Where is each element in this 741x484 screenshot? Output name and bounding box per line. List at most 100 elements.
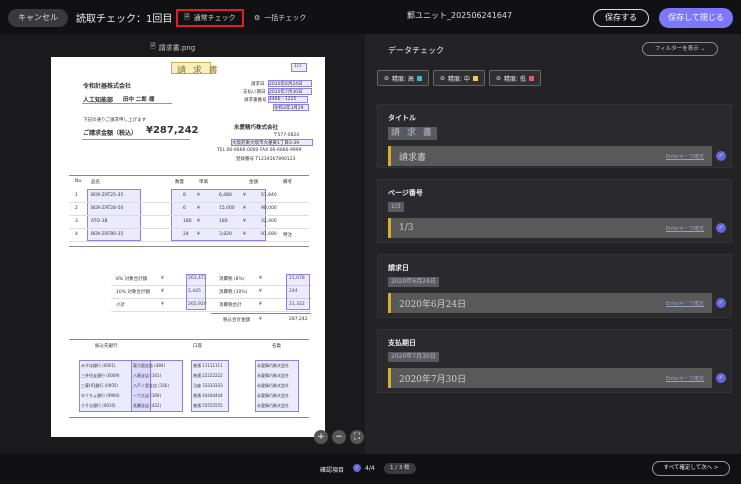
page-indicator[interactable]: 1 / 3 枚 (384, 463, 416, 474)
table-header-cell: 品名 (91, 180, 100, 185)
table-top-line (69, 175, 309, 176)
bank-cell: 当座 33333333 (193, 383, 223, 388)
tab-normal-check[interactable]: 🗎 通常チェック (176, 9, 244, 27)
check-icon[interactable]: ✓ (716, 373, 726, 383)
bank-cell: 永愛精巧株式会社 (257, 403, 289, 408)
enter-hint[interactable]: Enterキーで確定 (666, 225, 704, 232)
cancel-button[interactable]: キャンセル (8, 9, 68, 27)
company-name: 令和計器株式会社 (83, 83, 132, 90)
table-cell: 6,480 (219, 193, 232, 198)
chip-label: 精度: 低 (503, 75, 526, 83)
field-label: ページ番号 (388, 189, 423, 197)
no-label: 請求書番号 (244, 98, 267, 103)
summary-cell: ¥ (161, 289, 164, 294)
row-divider (69, 241, 309, 242)
field-input[interactable]: 1/3 Enterキーで確定 (388, 218, 712, 238)
amount: ¥287,242 (146, 125, 199, 136)
check-icon[interactable]: ✓ (716, 151, 726, 161)
field-card: タイトル請 求 書請求書 Enterキーで確定 ✓ (377, 104, 732, 168)
summary-divider (111, 285, 311, 286)
zoom-in-button[interactable]: + (314, 430, 328, 444)
bank-cell: ゆうちょ銀行 (9900) (81, 393, 120, 398)
bank-cell: 一六九店 (169) (133, 393, 162, 398)
fit-button[interactable]: ⛶ (350, 430, 364, 444)
intro: 下記の通りご請求申し上げます (83, 118, 146, 123)
filename-label: 請求書.png (158, 43, 196, 52)
color-swatch (416, 75, 422, 81)
table-cell: 3,820 (219, 232, 232, 237)
page-tag: 1/3 (294, 64, 302, 69)
table-bottom-line (69, 246, 309, 247)
color-swatch (528, 75, 534, 81)
filter-button[interactable]: フィルターを表示 ⌄ (642, 42, 718, 56)
accuracy-chip[interactable]: ⊘ 精度: 低 (488, 70, 541, 86)
field-card: ページ番号 1/3 1/3 Enterキーで確定 ✓ (377, 179, 732, 243)
viewer-filename: 🗎 請求書.png (150, 42, 195, 53)
bank-header-cell: 名義 (272, 344, 281, 349)
table-cell: BOX-ZAT25-35 (91, 193, 124, 198)
summary-cell: ¥ (259, 302, 262, 307)
field-label: タイトル (388, 114, 416, 122)
accuracy-chip[interactable]: ⊘ 精度: 中 (432, 70, 485, 86)
table-cell: 180 (183, 219, 192, 224)
due-date: 2020年7月30日 (269, 90, 303, 95)
field-value: 2020年6月24日 (399, 299, 467, 310)
gear-icon: ⚙ (254, 14, 261, 22)
summary-cell: ¥ (161, 302, 164, 307)
document-icon: 🗎 (184, 12, 190, 21)
zoom-out-button[interactable]: − (332, 430, 346, 444)
summary-cell: 小計 (116, 303, 125, 308)
confirm-all-next-button[interactable]: すべて確定して次へ > (652, 461, 730, 476)
summary-highlight-b (286, 274, 310, 310)
enter-hint[interactable]: Enterキーで確定 (666, 153, 704, 160)
summary-cell: 8% 対象合計額 (116, 277, 148, 282)
color-swatch (472, 75, 478, 81)
bank-top-line (69, 339, 309, 340)
field-crop-preview: 請 求 書 (388, 127, 437, 140)
summary-cell: 10% 対象合計額 (116, 290, 150, 295)
field-input[interactable]: 請求書 Enterキーで確定 (388, 146, 712, 166)
tab-bulk-label: 一括チェック (264, 14, 307, 22)
bank-cell: 永愛精巧株式会社 (257, 363, 289, 368)
table-cell: 32,400 (261, 219, 277, 224)
save-close-button[interactable]: 保存して閉じる (659, 8, 733, 28)
bank-cell: りそな銀行 (0010) (81, 403, 116, 408)
table-cell: ¥ (197, 193, 200, 198)
address: 大阪府東大阪市大蓮東1丁目3-39 (232, 141, 300, 146)
tab-bulk-check[interactable]: ⚙ 一括チェック (254, 9, 306, 27)
field-input[interactable]: 2020年7月30日 Enterキーで確定 (388, 368, 712, 388)
table-header-cell: 単価 (199, 180, 208, 185)
accuracy-chip[interactable]: ⊘ 精度: 高 (377, 70, 429, 86)
field-input[interactable]: 2020年6月24日 Enterキーで確定 (388, 293, 712, 313)
summary-divider (111, 298, 311, 299)
amount-underline (82, 139, 190, 140)
total-label: 税込合計金額 (223, 318, 250, 323)
confirm-label: 確認項目 (320, 467, 345, 474)
enter-hint[interactable]: Enterキーで確定 (666, 375, 704, 382)
check-icon[interactable]: ✓ (716, 223, 726, 233)
reg: 登録番号 T1234567890123 (236, 157, 296, 162)
summary-cell: 消費税合計 (219, 303, 242, 308)
tab-normal-label: 通常チェック (193, 14, 236, 22)
table-cell: 8 (183, 193, 186, 198)
invoice-image: 請 求 書 1/3 令和計器株式会社 人工知能部 田中 二郎 様 請求日 202… (51, 57, 325, 437)
bank-cell: 八戸ノ里支店 (156) (133, 383, 170, 388)
table-cell: ATO-38 (91, 219, 108, 224)
zoom-controls: + − ⛶ (314, 430, 364, 444)
save-button[interactable]: 保存する (593, 9, 649, 27)
table-cell: 3 (75, 219, 78, 224)
person: 田中 二郎 様 (123, 97, 155, 103)
field-crop-preview: 1/3 (388, 202, 404, 212)
bank-cell: 普通 55555555 (193, 403, 223, 408)
bank-cell: 普通 44444444 (193, 393, 223, 398)
top-bar: キャンセル 読取チェック：1回目 🗎 通常チェック ⚙ 一括チェック 郵ユニット_2… (0, 0, 741, 34)
summary-highlight-a (186, 274, 206, 310)
table-cell: ¥ (197, 232, 200, 237)
check-icon[interactable]: ✓ (716, 298, 726, 308)
tel: TEL 06-6666-0000 FAX 06-6666-9999 (217, 148, 302, 153)
table-header-cell: 備考 (283, 180, 292, 185)
enter-hint[interactable]: Enterキーで確定 (666, 300, 704, 307)
table-cell: ¥ (243, 206, 246, 211)
table-header-cell: 数量 (175, 180, 184, 185)
row-divider (69, 202, 309, 203)
